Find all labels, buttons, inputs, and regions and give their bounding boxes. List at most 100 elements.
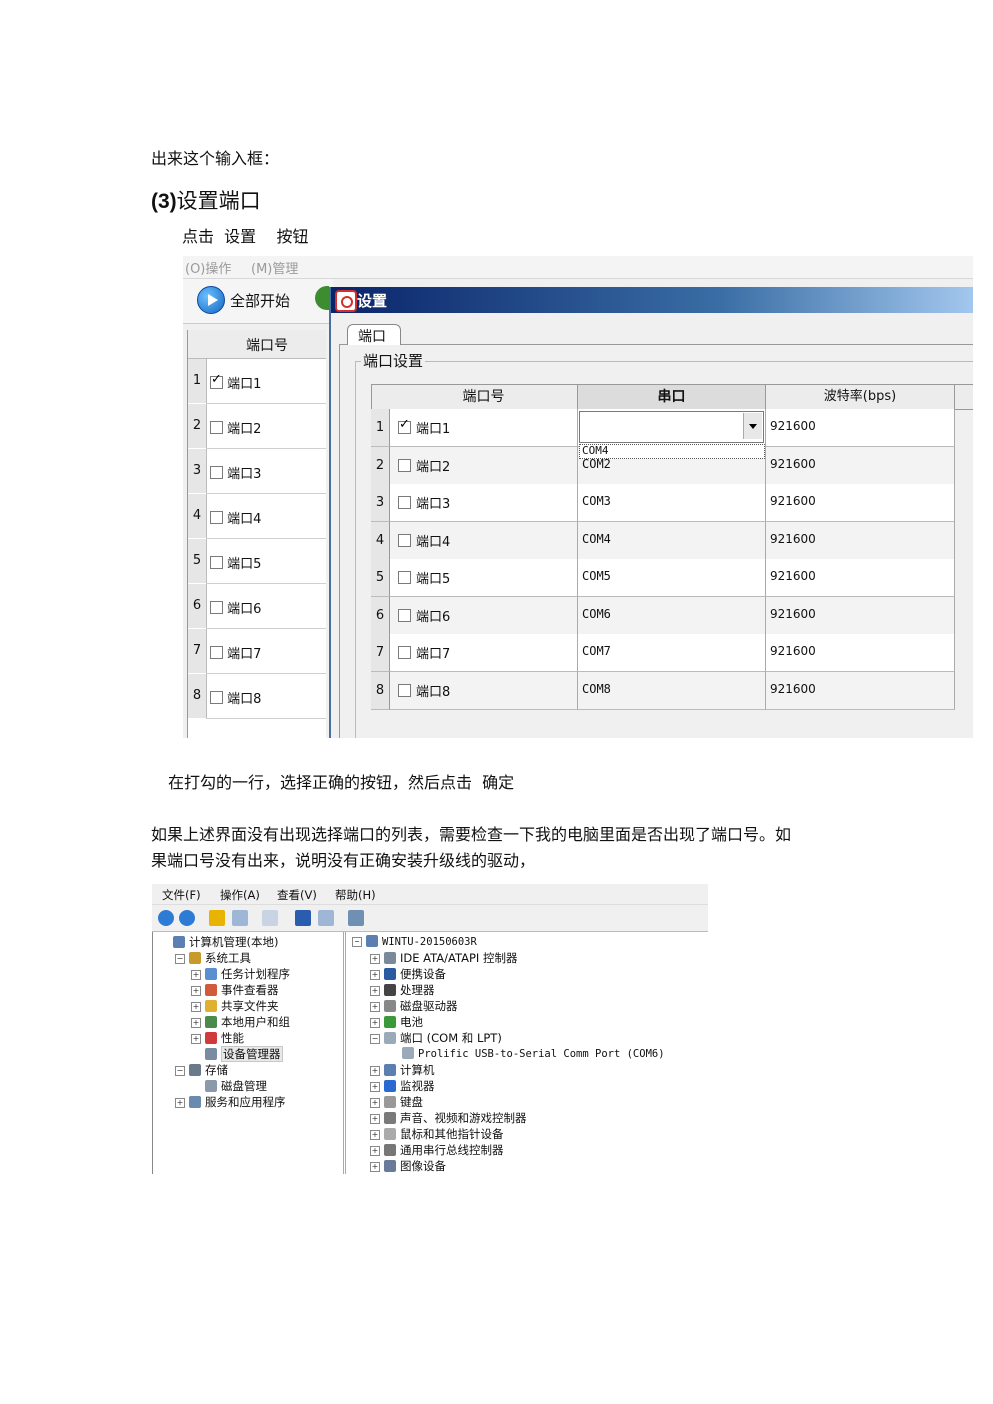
expand-icon[interactable]: +: [370, 1098, 380, 1108]
left-port-row[interactable]: 端口1: [206, 359, 326, 404]
expand-icon[interactable]: +: [191, 1002, 201, 1012]
tree-node[interactable]: + 共享文件夹: [191, 999, 279, 1014]
expand-icon[interactable]: +: [370, 954, 380, 964]
port-cell[interactable]: 端口6: [390, 596, 578, 635]
expand-icon[interactable]: +: [370, 1146, 380, 1156]
port-checkbox[interactable]: [210, 601, 223, 614]
menu-manage[interactable]: (M)管理: [251, 258, 298, 277]
column-header-port[interactable]: 端口号: [390, 384, 578, 410]
expand-icon[interactable]: +: [370, 986, 380, 996]
expand-icon[interactable]: +: [370, 1082, 380, 1092]
port-cell[interactable]: 端口1: [390, 409, 578, 447]
baud-cell[interactable]: 921600: [766, 484, 955, 522]
serial-cell[interactable]: COM8: [578, 671, 766, 710]
port-checkbox[interactable]: [210, 511, 223, 524]
tree-node[interactable]: Prolific USB-to-Serial Comm Port (COM6): [388, 1047, 665, 1062]
port-checkbox[interactable]: [210, 556, 223, 569]
port-checkbox[interactable]: [398, 496, 411, 509]
baud-cell[interactable]: 921600: [766, 671, 955, 710]
tree-node[interactable]: + 磁盘驱动器: [370, 999, 458, 1014]
left-port-row[interactable]: 端口2: [206, 404, 326, 449]
tree-node[interactable]: 计算机管理(本地): [159, 935, 278, 950]
expand-icon[interactable]: +: [191, 1034, 201, 1044]
serial-cell[interactable]: [578, 409, 766, 447]
baud-cell[interactable]: 921600: [766, 596, 955, 635]
tree-node[interactable]: 磁盘管理: [191, 1079, 267, 1094]
expand-icon[interactable]: +: [191, 1018, 201, 1028]
left-port-row[interactable]: 端口8: [206, 674, 326, 719]
port-cell[interactable]: 端口2: [390, 446, 578, 485]
tree-node[interactable]: + 电池: [370, 1015, 423, 1030]
tree-node[interactable]: + 处理器: [370, 983, 435, 998]
port-checkbox[interactable]: [210, 646, 223, 659]
port-cell[interactable]: 端口4: [390, 521, 578, 560]
left-port-row[interactable]: 端口4: [206, 494, 326, 539]
menu-file[interactable]: 文件(F): [162, 887, 201, 903]
tree-node[interactable]: + 监视器: [370, 1079, 435, 1094]
play-icon[interactable]: [197, 286, 225, 314]
baud-cell[interactable]: 921600: [766, 446, 955, 485]
expand-icon[interactable]: +: [191, 986, 201, 996]
serial-port-select[interactable]: [579, 411, 764, 443]
port-cell[interactable]: 端口3: [390, 484, 578, 522]
left-port-row[interactable]: 端口6: [206, 584, 326, 629]
table-row[interactable]: 8 端口8 COM8 921600: [371, 671, 955, 710]
tree-node[interactable]: + 声音、视频和游戏控制器: [370, 1111, 527, 1126]
properties-icon[interactable]: [262, 910, 278, 926]
tree-node[interactable]: 设备管理器: [191, 1046, 283, 1062]
tree-node[interactable]: + 服务和应用程序: [175, 1095, 286, 1110]
expand-icon[interactable]: +: [370, 1130, 380, 1140]
baud-cell[interactable]: 921600: [766, 559, 955, 597]
table-row[interactable]: 5 端口5 COM5 921600: [371, 559, 955, 597]
baud-cell[interactable]: 921600: [766, 634, 955, 672]
show-hide-tree-icon[interactable]: [232, 910, 248, 926]
serial-cell[interactable]: COM5: [578, 559, 766, 597]
port-checkbox[interactable]: [210, 372, 223, 389]
tab-port[interactable]: 端口: [347, 324, 401, 345]
baud-cell[interactable]: 921600: [766, 521, 955, 560]
serial-cell[interactable]: COM3: [578, 484, 766, 522]
left-port-row[interactable]: 端口3: [206, 449, 326, 494]
tree-node[interactable]: − 存储: [175, 1063, 228, 1078]
dropdown-option-com4[interactable]: COM4: [579, 444, 765, 459]
tree-node[interactable]: + 通用串行总线控制器: [370, 1143, 504, 1158]
serial-cell[interactable]: COM4: [578, 521, 766, 560]
port-checkbox[interactable]: [398, 571, 411, 584]
tree-node[interactable]: + 事件查看器: [191, 983, 279, 998]
port-checkbox[interactable]: [398, 608, 411, 622]
expand-icon[interactable]: +: [370, 1018, 380, 1028]
tree-node[interactable]: + 本地用户和组: [191, 1015, 290, 1030]
expand-icon[interactable]: +: [191, 970, 201, 980]
tree-node[interactable]: + 图像设备: [370, 1159, 446, 1174]
table-row[interactable]: 1 端口1 921600: [371, 409, 955, 447]
expand-icon[interactable]: +: [370, 1066, 380, 1076]
port-checkbox[interactable]: [210, 421, 223, 434]
column-header-serial[interactable]: 串口: [578, 384, 766, 410]
expand-icon[interactable]: +: [370, 1114, 380, 1124]
port-cell[interactable]: 端口7: [390, 634, 578, 672]
port-checkbox[interactable]: [398, 683, 411, 697]
collapse-icon[interactable]: −: [352, 937, 362, 947]
expand-icon[interactable]: +: [175, 1098, 185, 1108]
tree-node[interactable]: − WINTU-20150603R: [352, 935, 477, 950]
collapse-icon[interactable]: −: [175, 954, 185, 964]
help-icon[interactable]: [295, 910, 311, 926]
menu-help[interactable]: 帮助(H): [335, 887, 376, 903]
tree-node[interactable]: + IDE ATA/ATAPI 控制器: [370, 951, 517, 966]
serial-cell[interactable]: COM7: [578, 634, 766, 672]
table-row[interactable]: 6 端口6 COM6 921600: [371, 596, 955, 635]
tree-node[interactable]: + 键盘: [370, 1095, 423, 1110]
tree-node[interactable]: − 端口 (COM 和 LPT): [370, 1031, 502, 1046]
baud-cell[interactable]: 921600: [766, 409, 955, 447]
expand-icon[interactable]: +: [370, 1162, 380, 1172]
port-checkbox[interactable]: [398, 646, 411, 659]
column-header-baud[interactable]: 波特率(bps): [766, 384, 955, 410]
tree-node[interactable]: + 鼠标和其他指针设备: [370, 1127, 504, 1142]
view-icon[interactable]: [318, 910, 334, 926]
menu-action[interactable]: 操作(A): [220, 887, 260, 903]
start-all-button[interactable]: 全部开始: [230, 290, 290, 311]
port-checkbox[interactable]: [398, 458, 411, 472]
forward-icon[interactable]: [179, 910, 195, 926]
table-row[interactable]: 3 端口3 COM3 921600: [371, 484, 955, 522]
tree-node[interactable]: + 便携设备: [370, 967, 446, 982]
